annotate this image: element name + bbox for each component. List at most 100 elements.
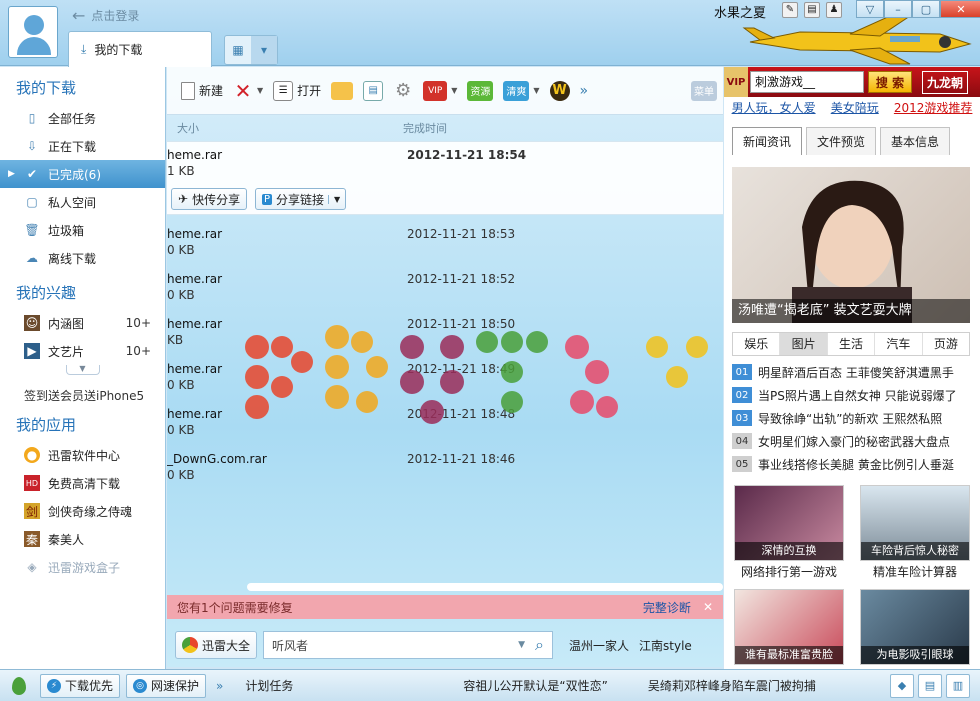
sidebar-item-interest-2[interactable]: ▶ 文艺片 10+ [0,337,165,365]
download-priority-button[interactable]: ⚡ 下载优先 [40,673,121,698]
more-icon[interactable]: » [216,679,223,693]
selected-row[interactable]: heme.rar 1 KB 2012-11-21 18:54 ✈ 快传分享 P … [167,141,723,215]
avatar[interactable] [8,6,58,58]
sidebar-item-private-space[interactable]: ▢ 私人空间 [0,188,165,216]
cat-cars[interactable]: 汽车 [875,333,923,355]
sidebar-item-downloading[interactable]: ⇩ 正在下载 [0,132,165,160]
xunlei-helper-icon[interactable]: ◆ [890,673,914,698]
thumb-car-label[interactable]: 精准车险计算器 [860,563,970,580]
photo-caption[interactable]: 汤唯遭“揭老底” 装文艺耍大牌 [732,299,970,323]
horizontal-scrollbar[interactable] [247,583,723,591]
section-my-interests[interactable]: 我的兴趣 [0,272,165,309]
full-diagnosis-link[interactable]: 完整诊断 [643,599,691,616]
cat-pictures[interactable]: 图片 [780,333,828,355]
game-search-input[interactable]: 刺激游戏__ [750,71,864,93]
tab-basic-info[interactable]: 基本信息 [880,127,951,155]
thumb-face[interactable]: 谁有最标准富贵脸 [734,589,844,665]
storage-icon[interactable]: ▤ [918,673,942,698]
column-size[interactable]: 大小 [177,120,199,136]
vip-button[interactable]: VIP ▼ [423,80,457,101]
status-news-1[interactable]: 容祖儿公开默认是“双性恋” [463,677,607,694]
login-link[interactable]: ← 点击登录 [72,6,139,25]
stats-icon[interactable]: ▥ [946,673,970,698]
more-button[interactable]: » [580,83,589,99]
expand-arrow-icon[interactable]: ▶ [8,169,15,179]
table-row[interactable]: heme.rar 0 KB 2012-11-21 18:53 [167,221,723,265]
sidebar-item-app-center[interactable]: ● 迅雷软件中心 [0,441,165,469]
speed-protect-button[interactable]: ◎ 网速保护 [126,673,207,698]
sidebar-item-game-2[interactable]: 秦 秦美人 [0,525,165,553]
tab-my-downloads[interactable]: ⤓ 我的下载 [68,31,212,67]
xunlei-all-button[interactable]: 迅雷大全 [175,631,258,659]
search-input[interactable] [272,638,519,652]
featured-photo[interactable]: 汤唯遭“揭老底” 装文艺耍大牌 [732,167,970,323]
note-icon[interactable]: ✎ [782,2,798,18]
clear-button[interactable]: 清爽 ▼ [503,80,540,101]
sidebar-item-offline[interactable]: ☁ 离线下载 [0,244,165,272]
hot-keyword-1[interactable]: 温州一家人 [569,637,629,654]
sign-in-promo[interactable]: 签到送会员送iPhone5 [24,387,165,404]
sidebar-item-game-1[interactable]: 剑 剑侠奇缘之侍魂 [0,497,165,525]
menu-down-button[interactable]: ▽ [856,0,884,18]
scheduled-tasks-link[interactable]: 计划任务 [245,677,293,694]
thumb-game[interactable]: 深情的互换 [734,485,844,561]
sidebar-item-hd-download[interactable]: HD 免费高清下载 [0,469,165,497]
sidebar-item-interest-1[interactable]: ☺ 内涵图 10+ [0,309,165,337]
sidebar-item-game-box[interactable]: ◈ 迅雷游戏盒子 [0,553,165,581]
folder-button[interactable] [331,81,354,100]
list-item[interactable]: 04 女明星们嫁入豪门的秘密武器大盘点 [732,430,970,452]
chevron-down-icon[interactable]: ▼ [451,86,457,95]
xunlei-logo-icon[interactable] [12,676,26,695]
collapse-toggle[interactable]: ▼ [65,365,100,375]
new-task-button[interactable]: 新建 [181,81,223,100]
chevron-down-icon[interactable]: ▼ [328,194,345,204]
cat-webgames[interactable]: 页游 [923,333,969,355]
thumb-game-label[interactable]: 网络排行第一游戏 [734,563,844,580]
shirt-icon[interactable]: ♟ [826,2,842,18]
menu-button[interactable]: 菜单 [691,80,717,101]
promo-link-1[interactable]: 男人玩，女人爱 [732,99,816,119]
close-icon[interactable]: ✕ [703,600,713,614]
promo-link-2[interactable]: 美女陪玩 [831,99,879,119]
tab-news[interactable]: 新闻资讯 [732,127,803,155]
search-field[interactable]: ▼ ⌕ [263,631,554,659]
game-search-button[interactable]: 搜 索 [868,71,912,93]
properties-button[interactable]: ▤ [363,80,384,101]
thumb-movie[interactable]: 为电影吸引眼球 [860,589,970,665]
back-arrow-icon[interactable]: ← [72,6,85,25]
cat-entertainment[interactable]: 娱乐 [733,333,781,355]
delete-button[interactable]: ✕ ▼ [233,79,264,103]
chevron-down-icon[interactable]: ▼ [533,86,539,95]
search-icon[interactable]: ⌕ [535,635,544,655]
wow-button[interactable]: W [549,80,570,101]
column-completed-time[interactable]: 完成时间 [403,120,447,136]
share-link-button[interactable]: P 分享链接 ▼ [255,188,347,210]
minimize-button[interactable]: – [884,0,912,18]
section-my-apps[interactable]: 我的应用 [0,404,165,441]
thumb-car[interactable]: 车险背后惊人秘密 [860,485,970,561]
list-item[interactable]: 05 事业线搭修长美腿 黄金比例引人垂涎 [732,453,970,475]
close-button[interactable]: ✕ [940,0,980,18]
chevron-down-icon[interactable]: ▼ [257,86,263,95]
grid-icon[interactable]: ▦ [225,36,251,64]
tab-grid-view[interactable]: ▦ ▾ [224,35,278,65]
open-button[interactable]: ☰ 打开 [273,80,321,101]
status-news-2[interactable]: 吴绮莉邓梓峰身陷车震门被拘捕 [648,677,816,694]
calendar-icon[interactable]: ▤ [804,2,820,18]
resource-button[interactable]: 资源 [467,80,494,101]
promo-link-3[interactable]: 2012游戏推荐 [894,99,973,119]
sidebar-item-trash[interactable]: 🗑 垃圾箱 [0,216,165,244]
list-item[interactable]: 01 明星醉酒后百态 王菲傻笑舒淇遭黑手 [732,361,970,383]
sidebar-item-completed[interactable]: ▶ ✔ 已完成(6) [0,160,165,188]
sidebar-item-all-tasks[interactable]: ▯ 全部任务 [0,104,165,132]
maximize-button[interactable]: ▢ [912,0,940,18]
list-item[interactable]: 02 当PS照片遇上自然女神 只能说弱爆了 [732,384,970,406]
table-row[interactable]: heme.rar 0 KB 2012-11-21 18:52 [167,266,723,310]
cat-life[interactable]: 生活 [828,333,876,355]
table-row[interactable]: heme.rar 1 KB 2012-11-21 18:54 [167,142,723,186]
hot-keyword-2[interactable]: 江南style [639,637,692,654]
quick-share-button[interactable]: ✈ 快传分享 [171,188,248,210]
section-my-downloads[interactable]: 我的下载 [0,67,165,104]
tab-file-preview[interactable]: 文件预览 [806,127,877,155]
chevron-down-icon[interactable]: ▼ [518,640,525,650]
